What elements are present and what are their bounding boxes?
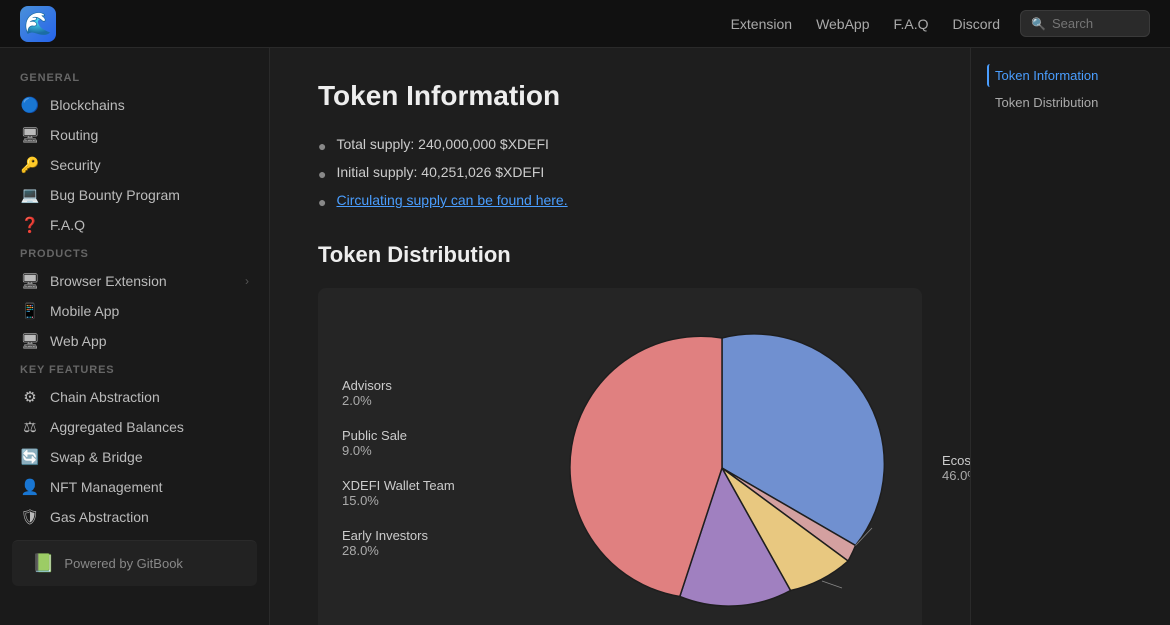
nav-discord[interactable]: Discord xyxy=(953,16,1000,32)
bullet-total-supply: ● Total supply: 240,000,000 $XDEFI xyxy=(318,136,922,154)
sidebar-item-nft-management[interactable]: 👤 NFT Management xyxy=(0,472,269,502)
sidebar-item-label: NFT Management xyxy=(50,479,249,495)
search-icon: 🔍 xyxy=(1031,17,1046,31)
page-title: Token Information xyxy=(318,80,922,112)
nav-extension[interactable]: Extension xyxy=(731,16,792,32)
bullet-dot: ● xyxy=(318,166,326,182)
sidebar-item-routing[interactable]: 🖥 Routing xyxy=(0,120,269,150)
bullet-initial-supply: ● Initial supply: 40,251,026 $XDEFI xyxy=(318,164,922,182)
sidebar-item-web-app[interactable]: 🖥 Web App xyxy=(0,326,269,356)
search-box[interactable]: 🔍 xyxy=(1020,10,1150,37)
chart-label-advisors: Advisors 2.0% xyxy=(342,378,502,408)
chain-abstraction-icon: ⚙ xyxy=(20,388,40,406)
aggregated-balances-icon: ⚖ xyxy=(20,418,40,436)
nav-faq[interactable]: F.A.Q xyxy=(894,16,929,32)
features-section-label: KEY FEATURES xyxy=(0,356,269,382)
nav-webapp[interactable]: WebApp xyxy=(816,16,869,32)
layout: GENERAL 🔵 Blockchains 🖥 Routing 🔑 Securi… xyxy=(0,48,1170,625)
app-logo[interactable]: 🌊 xyxy=(20,6,56,42)
sidebar-item-browser-extension[interactable]: 🖥 Browser Extension › xyxy=(0,266,269,296)
sidebar: GENERAL 🔵 Blockchains 🖥 Routing 🔑 Securi… xyxy=(0,48,270,625)
chart-labels-right: Ecosystem Fund 46.0% xyxy=(942,453,970,483)
sidebar-item-mobile-app[interactable]: 📱 Mobile App xyxy=(0,296,269,326)
search-input[interactable] xyxy=(1052,16,1139,31)
main-content: Token Information ● Total supply: 240,00… xyxy=(270,48,970,625)
sidebar-item-bug-bounty[interactable]: 💻 Bug Bounty Program xyxy=(0,180,269,210)
blockchains-icon: 🔵 xyxy=(20,96,40,114)
circulating-supply-link[interactable]: Circulating supply can be found here. xyxy=(336,192,567,208)
sidebar-item-label: Security xyxy=(50,157,249,173)
gas-abstraction-icon: 🛡 xyxy=(20,508,40,526)
swap-bridge-icon: 🔄 xyxy=(20,448,40,466)
gitbook-label: Powered by GitBook xyxy=(64,556,183,571)
sidebar-item-gas-abstraction[interactable]: 🛡 Gas Abstraction xyxy=(0,502,269,532)
topnav: 🌊 Extension WebApp F.A.Q Discord 🔍 xyxy=(0,0,1170,48)
security-icon: 🔑 xyxy=(20,156,40,174)
sidebar-item-label: Blockchains xyxy=(50,97,249,113)
toc-token-distribution[interactable]: Token Distribution xyxy=(987,91,1154,114)
nft-management-icon: 👤 xyxy=(20,478,40,496)
initial-supply-text: Initial supply: 40,251,026 $XDEFI xyxy=(336,164,544,180)
chart-label-early-investors: Early Investors 28.0% xyxy=(342,528,502,558)
chart-label-xdefi-team: XDEFI Wallet Team 15.0% xyxy=(342,478,502,508)
sidebar-item-aggregated-balances[interactable]: ⚖ Aggregated Balances xyxy=(0,412,269,442)
bug-bounty-icon: 💻 xyxy=(20,186,40,204)
bullet-dot: ● xyxy=(318,194,326,210)
browser-extension-icon: 🖥 xyxy=(20,272,40,290)
products-section-label: PRODUCTS xyxy=(0,240,269,266)
sidebar-item-security[interactable]: 🔑 Security xyxy=(0,150,269,180)
sidebar-item-label: Browser Extension xyxy=(50,273,235,289)
chart-section-title: Token Distribution xyxy=(318,242,922,268)
sidebar-item-label: Chain Abstraction xyxy=(50,389,249,405)
token-info-list: ● Total supply: 240,000,000 $XDEFI ● Ini… xyxy=(318,136,922,210)
sidebar-item-label: Web App xyxy=(50,333,249,349)
sidebar-item-label: F.A.Q xyxy=(50,217,249,233)
gitbook-icon: 📗 xyxy=(32,553,54,574)
chevron-right-icon: › xyxy=(245,274,249,288)
sidebar-item-label: Bug Bounty Program xyxy=(50,187,249,203)
chart-label-public-sale: Public Sale 9.0% xyxy=(342,428,502,458)
sidebar-item-chain-abstraction[interactable]: ⚙ Chain Abstraction xyxy=(0,382,269,412)
sidebar-item-swap-bridge[interactable]: 🔄 Swap & Bridge xyxy=(0,442,269,472)
routing-icon: 🖥 xyxy=(20,126,40,144)
toc-token-information[interactable]: Token Information xyxy=(987,64,1154,87)
bullet-dot: ● xyxy=(318,138,326,154)
faq-icon: ❓ xyxy=(20,216,40,234)
nav-links: Extension WebApp F.A.Q Discord xyxy=(731,16,1000,32)
chart-labels-left: Advisors 2.0% Public Sale 9.0% XDEFI Wal… xyxy=(342,378,502,558)
pie-chart xyxy=(542,318,902,618)
web-app-icon: 🖥 xyxy=(20,332,40,350)
chart-label-ecosystem-fund: Ecosystem Fund 46.0% xyxy=(942,453,970,483)
bullet-circulating-supply: ● Circulating supply can be found here. xyxy=(318,192,922,210)
mobile-app-icon: 📱 xyxy=(20,302,40,320)
sidebar-item-label: Swap & Bridge xyxy=(50,449,249,465)
sidebar-item-label: Aggregated Balances xyxy=(50,419,249,435)
sidebar-item-label: Gas Abstraction xyxy=(50,509,249,525)
sidebar-item-faq[interactable]: ❓ F.A.Q xyxy=(0,210,269,240)
total-supply-text: Total supply: 240,000,000 $XDEFI xyxy=(336,136,548,152)
sidebar-item-label: Routing xyxy=(50,127,249,143)
toc-panel: Token Information Token Distribution xyxy=(970,48,1170,625)
general-section-label: GENERAL xyxy=(0,64,269,90)
sidebar-item-label: Mobile App xyxy=(50,303,249,319)
chart-container: Advisors 2.0% Public Sale 9.0% XDEFI Wal… xyxy=(318,288,922,625)
gitbook-footer[interactable]: 📗 Powered by GitBook xyxy=(12,540,257,586)
sidebar-item-blockchains[interactable]: 🔵 Blockchains xyxy=(0,90,269,120)
